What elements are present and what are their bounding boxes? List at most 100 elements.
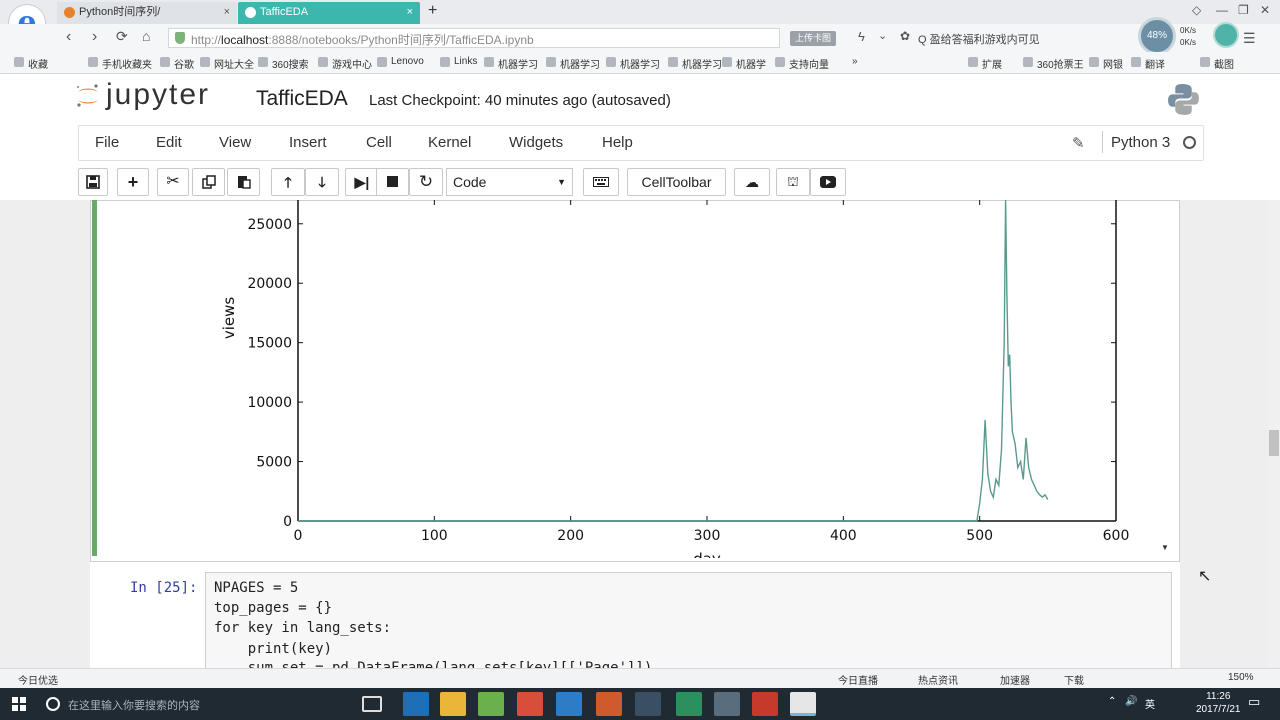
address-pill[interactable]: 上传卡图: [790, 31, 837, 46]
dropdown-icon[interactable]: ⌄: [878, 29, 887, 42]
bookmark-item[interactable]: 谷歌: [160, 56, 194, 71]
app-icon-5[interactable]: [635, 692, 661, 716]
menu-file[interactable]: File: [95, 134, 119, 151]
cell-type-select[interactable]: Code ▼: [446, 168, 573, 196]
maximize-button[interactable]: ❐: [1238, 3, 1249, 17]
move-up-button[interactable]: 🡑: [271, 168, 305, 196]
bookmark-item[interactable]: 收藏: [14, 56, 48, 71]
app-icon-7[interactable]: [714, 692, 740, 716]
bookmark-item[interactable]: 机器学习: [606, 56, 660, 71]
network-ball-icon[interactable]: [1213, 22, 1239, 48]
lightning-icon[interactable]: ϟ: [858, 29, 865, 44]
command-palette-button[interactable]: [583, 168, 619, 196]
run-icon: ▶|: [354, 174, 370, 190]
app-icon-1[interactable]: [478, 692, 504, 716]
menu-view[interactable]: View: [219, 134, 251, 151]
cut-button[interactable]: ✂: [157, 168, 189, 196]
reload-icon[interactable]: ⟳: [116, 28, 128, 45]
output-scroll-arrow-icon[interactable]: ▼: [1161, 543, 1169, 552]
home-icon[interactable]: ⌂: [142, 28, 150, 44]
bookmark-tool[interactable]: 截图: [1200, 56, 1234, 71]
bookmark-item[interactable]: 机器学: [722, 56, 766, 71]
restart-button[interactable]: ↻: [409, 168, 443, 196]
browser-app-icon-active[interactable]: [790, 692, 816, 716]
minimize-button[interactable]: —: [1216, 3, 1228, 17]
taskbar-search-input[interactable]: 在这里输入你要搜索的内容: [68, 697, 200, 713]
status-item[interactable]: 加速器: [1000, 672, 1030, 687]
status-item[interactable]: 热点资讯: [918, 672, 958, 687]
paste-button[interactable]: [227, 168, 260, 196]
bookmark-item[interactable]: 机器学习: [484, 56, 538, 71]
speed-orb-icon[interactable]: 48%: [1138, 17, 1176, 55]
menu-insert[interactable]: Insert: [289, 134, 327, 151]
edge-browser-icon[interactable]: [403, 692, 429, 716]
windows-start-icon[interactable]: [12, 697, 26, 711]
save-button[interactable]: [78, 168, 108, 196]
bookmark-tool[interactable]: 扩展: [968, 56, 1002, 71]
notification-icon[interactable]: ▭: [1248, 694, 1260, 710]
interrupt-button[interactable]: [376, 168, 409, 196]
close-window-button[interactable]: ✕: [1260, 3, 1270, 17]
forward-icon[interactable]: ›: [92, 28, 97, 46]
status-left-item[interactable]: 今日优选: [18, 672, 58, 687]
bookmark-tool[interactable]: 360抢票王: [1023, 56, 1084, 71]
edit-pencil-icon[interactable]: ✎: [1072, 134, 1085, 152]
restart-icon: ↻: [418, 172, 434, 191]
bookmark-item[interactable]: 支持向量: [775, 56, 829, 71]
ime-indicator[interactable]: 英: [1145, 696, 1155, 711]
tray-expand-icon[interactable]: ⌃: [1108, 696, 1116, 707]
browser-tab-1[interactable]: Python时间序列/ ×: [57, 2, 237, 24]
app-icon-2[interactable]: [517, 692, 543, 716]
skin-icon[interactable]: ◇: [1192, 3, 1201, 17]
browser-tab-2-active[interactable]: TafficEDA ×: [238, 2, 420, 24]
bookmark-item[interactable]: 机器学习: [546, 56, 600, 71]
search-engine-icon[interactable]: ✿: [900, 29, 910, 43]
file-explorer-icon[interactable]: [440, 692, 466, 716]
menu-icon[interactable]: ☰: [1243, 30, 1256, 47]
copy-button[interactable]: [192, 168, 225, 196]
bookmark-item[interactable]: 360搜索: [258, 56, 309, 71]
address-bar[interactable]: http://localhost:8888/notebooks/Python时间…: [168, 28, 780, 48]
system-clock[interactable]: 11:26 2017/7/21: [1196, 690, 1241, 716]
tab-close-icon[interactable]: ×: [224, 2, 230, 22]
search-hint[interactable]: Q 盈给答福利游戏内可见: [918, 31, 1040, 47]
bookmark-tool[interactable]: 翻译: [1131, 56, 1165, 71]
add-cell-button[interactable]: +: [117, 168, 149, 196]
menu-cell[interactable]: Cell: [366, 134, 392, 151]
bookmark-item[interactable]: 机器学习: [668, 56, 722, 71]
task-view-icon[interactable]: [362, 696, 382, 712]
menu-widgets[interactable]: Widgets: [509, 134, 563, 151]
page-scrollbar-thumb[interactable]: [1269, 430, 1279, 456]
status-item[interactable]: 下载: [1064, 672, 1084, 687]
app-icon-8[interactable]: [752, 692, 778, 716]
volume-icon[interactable]: 🔊: [1125, 696, 1137, 707]
app-icon-6[interactable]: [676, 692, 702, 716]
menu-kernel[interactable]: Kernel: [428, 134, 471, 151]
bookmark-item[interactable]: »: [852, 56, 858, 67]
new-tab-button[interactable]: +: [428, 2, 437, 20]
app-icon-3[interactable]: [556, 692, 582, 716]
gift-button[interactable]: ⛫: [776, 168, 810, 196]
menu-help[interactable]: Help: [602, 134, 633, 151]
cell-toolbar-button[interactable]: CellToolbar: [627, 168, 726, 196]
app-icon-4[interactable]: [596, 692, 622, 716]
bookmark-item[interactable]: Links: [440, 56, 477, 67]
bookmark-item[interactable]: 游戏中心: [318, 56, 372, 71]
notebook-name[interactable]: TafficEDA: [256, 87, 348, 111]
youtube-button[interactable]: [810, 168, 846, 196]
move-down-button[interactable]: 🡓: [305, 168, 339, 196]
cortana-search-icon[interactable]: [46, 697, 60, 711]
status-item[interactable]: 150%: [1228, 672, 1254, 683]
run-button[interactable]: ▶|: [345, 168, 379, 196]
bookmark-tool[interactable]: 网银: [1089, 56, 1123, 71]
back-icon[interactable]: ‹: [66, 28, 71, 46]
kernel-name[interactable]: Python 3: [1111, 134, 1170, 151]
status-item[interactable]: 今日直播: [838, 672, 878, 687]
tab-close-icon[interactable]: ×: [407, 2, 413, 22]
jupyter-logo-icon[interactable]: [75, 83, 101, 109]
bookmark-item[interactable]: 网址大全: [200, 56, 254, 71]
upload-button[interactable]: ☁: [734, 168, 770, 196]
bookmark-item[interactable]: 手机收藏夹: [88, 56, 152, 71]
bookmark-item[interactable]: Lenovo: [377, 56, 424, 67]
menu-edit[interactable]: Edit: [156, 134, 182, 151]
